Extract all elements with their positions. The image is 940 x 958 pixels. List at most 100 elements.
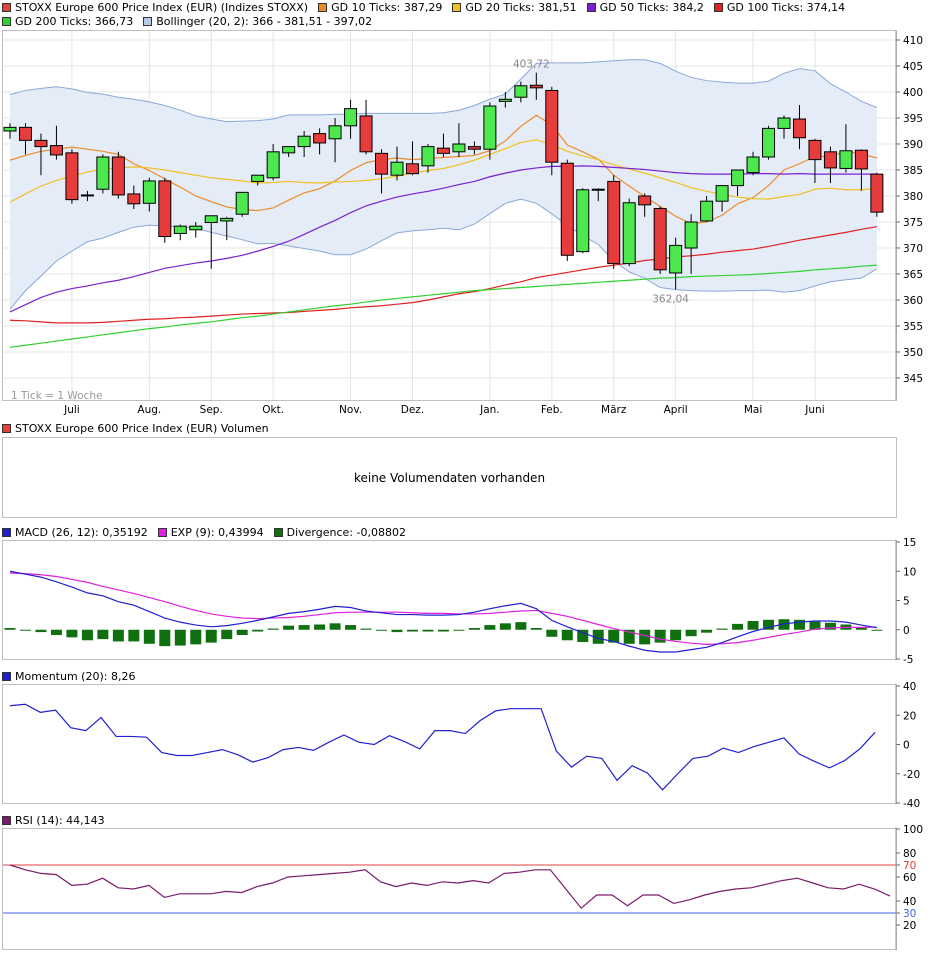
y-tick-label: 100 <box>903 824 923 836</box>
candle-body <box>498 98 512 102</box>
extreme-annotation: 403,72 <box>513 59 550 71</box>
tick-note: 1 Tick = 1 Woche <box>11 390 102 402</box>
candle-body <box>390 161 404 176</box>
y-tick-label: 0 <box>903 625 910 637</box>
divergence-bar <box>546 629 558 637</box>
x-tick-label: Nov. <box>339 404 362 416</box>
y-tick-label: 80 <box>903 848 916 860</box>
divergence-bar <box>314 624 326 630</box>
candle-body <box>173 225 187 234</box>
y-tick-label: -20 <box>903 769 920 781</box>
legend-swatch <box>2 423 11 433</box>
divergence-bar <box>670 629 682 641</box>
candle-body <box>669 244 683 274</box>
x-tick-label: Juli <box>63 404 80 416</box>
y-tick-label: 350 <box>903 347 923 359</box>
y-tick-label: 390 <box>903 139 923 151</box>
candle-body <box>452 143 466 153</box>
candle-body <box>328 125 342 140</box>
y-tick-label: -5 <box>903 654 913 665</box>
divergence-bar <box>298 625 310 630</box>
macd-chart: -5 0 5 10 15 <box>4 537 916 665</box>
candle-body <box>65 152 79 201</box>
divergence-bar <box>35 629 47 633</box>
candle-body <box>359 115 373 153</box>
macd-line <box>9 570 877 653</box>
candle-body <box>870 173 884 213</box>
divergence-bar <box>329 623 341 630</box>
divergence-bar <box>515 622 527 630</box>
divergence-bar <box>50 629 62 636</box>
y-tick-label: 5 <box>903 596 910 608</box>
y-tick-label: 20 <box>903 920 916 932</box>
x-tick-label: Feb. <box>541 404 563 416</box>
y-tick-label: 15 <box>903 537 916 549</box>
divergence-bar <box>654 629 666 643</box>
x-tick-label: April <box>664 404 688 416</box>
y-tick-label: 400 <box>903 87 923 99</box>
volume-legend: STOXX Europe 600 Price Index (EUR) Volum… <box>2 421 279 435</box>
y-tick-label: 20 <box>903 710 916 722</box>
price-chart: Juli Aug. Sep. Okt. Nov. Dez. Jan. Feb. März Apri… <box>3 31 923 416</box>
divergence-bar <box>484 625 496 630</box>
divergence-bar <box>468 627 480 630</box>
candle-body <box>297 135 311 148</box>
candle-body <box>591 188 605 191</box>
y-tick-label: 355 <box>903 321 923 333</box>
candle-body <box>3 126 17 132</box>
candle-body <box>839 150 853 169</box>
divergence-bar <box>205 629 217 643</box>
divergence-bar <box>267 628 279 630</box>
divergence-bar <box>701 629 713 633</box>
candle-body <box>220 217 234 222</box>
y-tick-label: 40 <box>903 896 916 908</box>
candle-body <box>514 85 528 98</box>
y-tick-label: 370 <box>903 243 923 255</box>
divergence-bar <box>159 629 171 647</box>
divergence-bar <box>406 629 418 632</box>
divergence-bar <box>530 627 542 630</box>
divergence-bar <box>345 625 357 630</box>
candle-body <box>545 89 559 163</box>
candle-body <box>142 180 156 204</box>
candle-body <box>49 145 63 156</box>
candle-body <box>251 174 265 182</box>
bollinger-band <box>10 59 877 310</box>
y-tick-label: 30 <box>903 908 916 920</box>
candle-body <box>18 126 32 141</box>
divergence-bar <box>81 629 93 641</box>
candle-body <box>189 225 203 231</box>
candle-body <box>684 221 698 249</box>
candle-body <box>96 156 110 190</box>
divergence-bar <box>716 628 728 630</box>
volume-panel: keine Volumendaten vorhanden <box>2 437 897 518</box>
candle-body <box>467 146 481 150</box>
divergence-bar <box>19 629 31 631</box>
y-tick-label: 365 <box>903 269 923 281</box>
divergence-bar <box>236 629 248 636</box>
divergence-bar <box>97 629 109 640</box>
divergence-bar <box>747 620 759 630</box>
divergence-bar <box>252 629 264 632</box>
divergence-bar <box>283 625 295 630</box>
y-tick-label: 10 <box>903 566 916 578</box>
divergence-bar <box>112 629 124 642</box>
x-tick-label: Aug. <box>137 404 161 416</box>
candle-body <box>854 149 868 170</box>
x-tick-label: Juni <box>804 404 824 416</box>
x-tick-label: Jan. <box>479 404 500 416</box>
candle-body <box>34 139 48 148</box>
legend-label: STOXX Europe 600 Price Index (EUR) Volum… <box>15 421 269 435</box>
candle-body <box>235 191 249 215</box>
candle-body <box>762 127 776 158</box>
divergence-bar <box>4 627 16 630</box>
candle-body <box>375 152 389 175</box>
candle-body <box>127 193 141 205</box>
y-tick-label: 70 <box>903 860 916 872</box>
candle-body <box>731 169 745 187</box>
divergence-bar <box>561 629 573 641</box>
candle-body <box>560 162 574 256</box>
divergence-bar <box>174 629 186 646</box>
extreme-annotation: 362,04 <box>652 293 689 305</box>
divergence-bar <box>391 629 403 633</box>
